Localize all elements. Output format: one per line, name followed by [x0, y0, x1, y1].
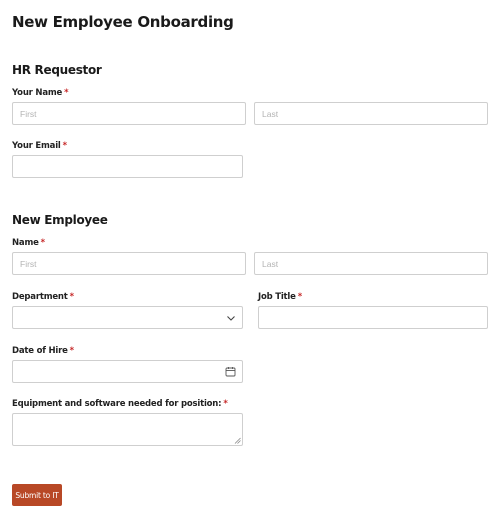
- employee-name-first-field[interactable]: [12, 252, 246, 275]
- submit-to-it-button[interactable]: Submit to IT: [12, 484, 62, 506]
- date-of-hire-label: Date of Hire *: [12, 346, 74, 356]
- employee-name-last-input[interactable]: [255, 253, 487, 274]
- your-email-field[interactable]: [12, 155, 243, 178]
- required-marker: *: [297, 292, 302, 302]
- required-marker: *: [62, 141, 67, 151]
- equipment-textarea[interactable]: [12, 413, 243, 446]
- your-email-input[interactable]: [13, 156, 242, 177]
- form-title: New Employee Onboarding: [12, 13, 234, 31]
- date-of-hire-input[interactable]: [13, 361, 242, 382]
- employee-name-label: Name *: [12, 238, 45, 248]
- your-name-last-field[interactable]: [254, 102, 488, 125]
- section-title-hr-requestor: HR Requestor: [12, 63, 102, 77]
- department-label-text: Department: [12, 292, 68, 302]
- required-marker: *: [64, 88, 69, 98]
- equipment-label: Equipment and software needed for positi…: [12, 399, 228, 409]
- your-name-first-input[interactable]: [13, 103, 245, 124]
- department-label: Department *: [12, 292, 74, 302]
- equipment-label-text: Equipment and software needed for positi…: [12, 399, 222, 409]
- job-title-label-text: Job Title: [258, 292, 296, 302]
- required-marker: *: [69, 346, 74, 356]
- employee-name-last-field[interactable]: [254, 252, 488, 275]
- employee-name-label-text: Name: [12, 238, 39, 248]
- required-marker: *: [69, 292, 74, 302]
- date-of-hire-label-text: Date of Hire: [12, 346, 68, 356]
- your-email-label: Your Email *: [12, 141, 67, 151]
- employee-name-first-input[interactable]: [13, 253, 245, 274]
- job-title-input[interactable]: [259, 307, 487, 328]
- your-name-label: Your Name *: [12, 88, 69, 98]
- your-name-label-text: Your Name: [12, 88, 63, 98]
- calendar-icon[interactable]: [225, 366, 236, 377]
- date-of-hire-field[interactable]: [12, 360, 243, 383]
- required-marker: *: [223, 399, 228, 409]
- your-email-label-text: Your Email: [12, 141, 61, 151]
- resize-grip-icon[interactable]: [234, 437, 241, 444]
- department-select[interactable]: [12, 306, 243, 329]
- section-title-new-employee: New Employee: [12, 213, 108, 227]
- chevron-down-icon: [227, 316, 235, 321]
- required-marker: *: [40, 238, 45, 248]
- your-name-last-input[interactable]: [255, 103, 487, 124]
- job-title-label: Job Title *: [258, 292, 302, 302]
- job-title-field[interactable]: [258, 306, 488, 329]
- your-name-first-field[interactable]: [12, 102, 246, 125]
